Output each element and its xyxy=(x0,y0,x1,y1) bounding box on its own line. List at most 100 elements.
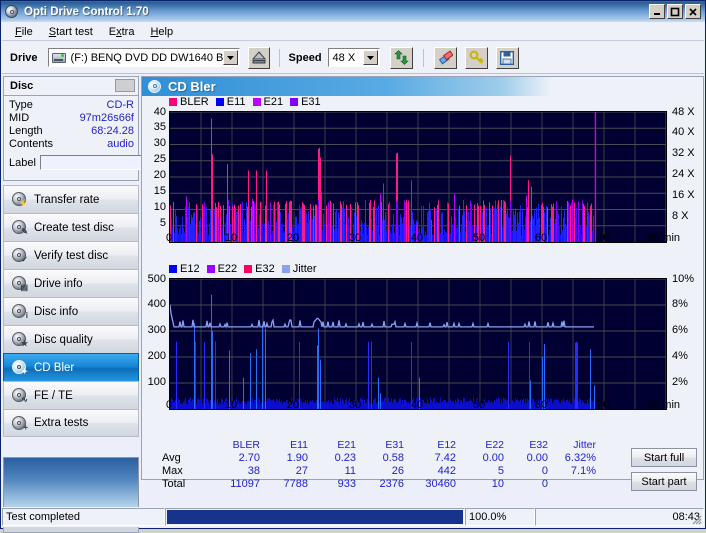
xtick2-10: 10 xyxy=(220,399,242,411)
sidebar-item-drive-info[interactable]: ▤ Drive info xyxy=(3,269,139,297)
minimize-button[interactable] xyxy=(649,4,665,19)
menu-help[interactable]: Help xyxy=(142,25,181,39)
cd-bler-icon xyxy=(148,80,162,94)
plot1-svg xyxy=(170,112,666,242)
chevron-down-icon[interactable] xyxy=(363,50,378,65)
elapsed-time: 08:43 xyxy=(535,508,704,526)
sidebar-item-create-test-disc[interactable]: ✎ Create test disc xyxy=(3,213,139,241)
stats-max-e32: 0 xyxy=(504,465,548,478)
sidebar-label-extra-tests: Extra tests xyxy=(34,417,88,429)
stats-total-jitter xyxy=(548,478,596,491)
sidebar-item-extra-tests[interactable]: + Extra tests xyxy=(3,409,139,437)
chevron-down-icon[interactable] xyxy=(223,50,238,65)
xtick2-70: 70 xyxy=(592,399,614,411)
stats-avg-e32: 0.00 xyxy=(504,452,548,465)
bler-chart-legend: BLER E11 E21 E31 xyxy=(169,96,321,108)
ytick-10: 10 xyxy=(142,201,166,213)
menu-file[interactable]: File xyxy=(7,25,41,39)
disc-row-mid: MID 97m26s66f xyxy=(9,112,134,125)
sidebar-item-disc-info[interactable]: i Disc info xyxy=(3,297,139,325)
sidebar-item-transfer-rate[interactable]: ⚡ Transfer rate xyxy=(3,185,139,213)
progress-bar xyxy=(165,508,465,526)
legend-item-e31: E31 xyxy=(290,96,321,108)
stats-avg-jitter: 6.32% xyxy=(548,452,596,465)
ytick-400: 400 xyxy=(139,298,166,310)
stats-max-e21: 11 xyxy=(308,465,356,478)
stats-col-e21: E21 xyxy=(308,439,356,452)
main-content: CD Bler BLER E11 E21 E31 40 35 30 25 20 … xyxy=(141,76,704,480)
disc-bler-icon: ✦ xyxy=(12,360,27,375)
xtick-0: 0 xyxy=(158,232,180,244)
ytick-right-16x: 16 X xyxy=(672,189,695,201)
stats-avg-e12: 7.42 xyxy=(404,452,456,465)
sidebar-label-verify-test-disc: Verify test disc xyxy=(34,250,108,262)
menu-extra[interactable]: Extra xyxy=(101,25,143,39)
card-header: CD Bler xyxy=(142,77,551,96)
eject-icon xyxy=(252,51,266,64)
stats-row-max-label: Max xyxy=(162,465,206,478)
drive-select[interactable]: (F:) BENQ DVD DD DW1640 BSRB xyxy=(48,48,240,67)
disc-type-label: Type xyxy=(9,99,33,112)
sidebar-nav: ⚡ Transfer rate ✎ Create test disc ✓ Ver… xyxy=(3,185,139,437)
sidebar-gradient-panel xyxy=(3,457,139,512)
disc-label-caption: Label xyxy=(9,157,36,169)
key-button[interactable] xyxy=(465,47,488,69)
eject-button[interactable] xyxy=(248,47,270,69)
stats-row-total-label: Total xyxy=(162,478,206,491)
start-full-button[interactable]: Start full xyxy=(631,448,697,467)
statistics-table: BLER E11 E21 E31 E12 E22 E32 Jitter Avg … xyxy=(162,439,662,491)
speed-select-value: 48 X xyxy=(329,52,363,64)
stats-avg-e11: 1.90 xyxy=(260,452,308,465)
close-button[interactable] xyxy=(685,4,701,19)
disc-mid-value: 97m26s66f xyxy=(80,112,134,125)
erase-button[interactable] xyxy=(434,47,457,69)
xtick-70: 70 xyxy=(592,232,614,244)
e12-chart-legend: E12 E22 E32 Jitter xyxy=(169,263,317,275)
ytick-15: 15 xyxy=(142,185,166,197)
progress-percent: 100.0% xyxy=(465,508,535,526)
ytick-right-8pct: 8% xyxy=(672,298,688,310)
stats-avg-bler: 2.70 xyxy=(206,452,260,465)
refresh-button[interactable] xyxy=(390,47,413,69)
card-title: CD Bler xyxy=(168,79,216,94)
ytick-right-48x: 48 X xyxy=(672,106,695,118)
xtick2-50: 50 xyxy=(468,399,490,411)
menu-start-test[interactable]: Start test xyxy=(41,25,101,39)
xtick2-60: 60 xyxy=(530,399,552,411)
xtick-60: 60 xyxy=(530,232,552,244)
progress-bar-fill xyxy=(167,510,463,524)
disc-row-contents: Contents audio xyxy=(9,138,134,151)
resize-grip-icon[interactable] xyxy=(689,512,702,525)
sidebar-label-fe-te: FE / TE xyxy=(34,390,73,402)
speed-select[interactable]: 48 X xyxy=(328,48,380,67)
refresh-icon xyxy=(394,50,409,65)
stats-col-e31: E31 xyxy=(356,439,404,452)
stats-total-e32: 0 xyxy=(504,478,548,491)
disc-panel-title: Disc xyxy=(10,80,33,92)
drive-select-value: (F:) BENQ DVD DD DW1640 BSRB xyxy=(71,52,223,64)
xtick2-20: 20 xyxy=(282,399,304,411)
stats-avg-e31: 0.58 xyxy=(356,452,404,465)
stats-avg-e21: 0.23 xyxy=(308,452,356,465)
drive-icon xyxy=(51,50,68,65)
sidebar-label-drive-info: Drive info xyxy=(34,278,83,290)
save-button[interactable] xyxy=(496,47,519,69)
stats-col-e22: E22 xyxy=(456,439,504,452)
sidebar-item-cd-bler[interactable]: ✦ CD Bler xyxy=(3,353,139,381)
disc-mid-label: MID xyxy=(9,112,29,125)
plot2-svg xyxy=(170,279,666,409)
maximize-button[interactable] xyxy=(667,4,683,19)
eraser-icon xyxy=(438,50,453,65)
sidebar-item-fe-te[interactable]: ∿ FE / TE xyxy=(3,381,139,409)
e12-plot-area xyxy=(169,278,667,410)
start-part-button[interactable]: Start part xyxy=(631,472,697,491)
xtick2-30: 30 xyxy=(344,399,366,411)
sidebar-item-verify-test-disc[interactable]: ✓ Verify test disc xyxy=(3,241,139,269)
sidebar-item-disc-quality[interactable]: ★ Disc quality xyxy=(3,325,139,353)
stats-total-bler: 11097 xyxy=(206,478,260,491)
disc-row-type: Type CD-R xyxy=(9,99,134,112)
ytick-35: 35 xyxy=(142,121,166,133)
disc-length-label: Length xyxy=(9,125,43,138)
table-row: Avg 2.70 1.90 0.23 0.58 7.42 0.00 0.00 6… xyxy=(162,452,596,465)
bler-chart: BLER E11 E21 E31 40 35 30 25 20 15 10 5 … xyxy=(142,96,703,248)
